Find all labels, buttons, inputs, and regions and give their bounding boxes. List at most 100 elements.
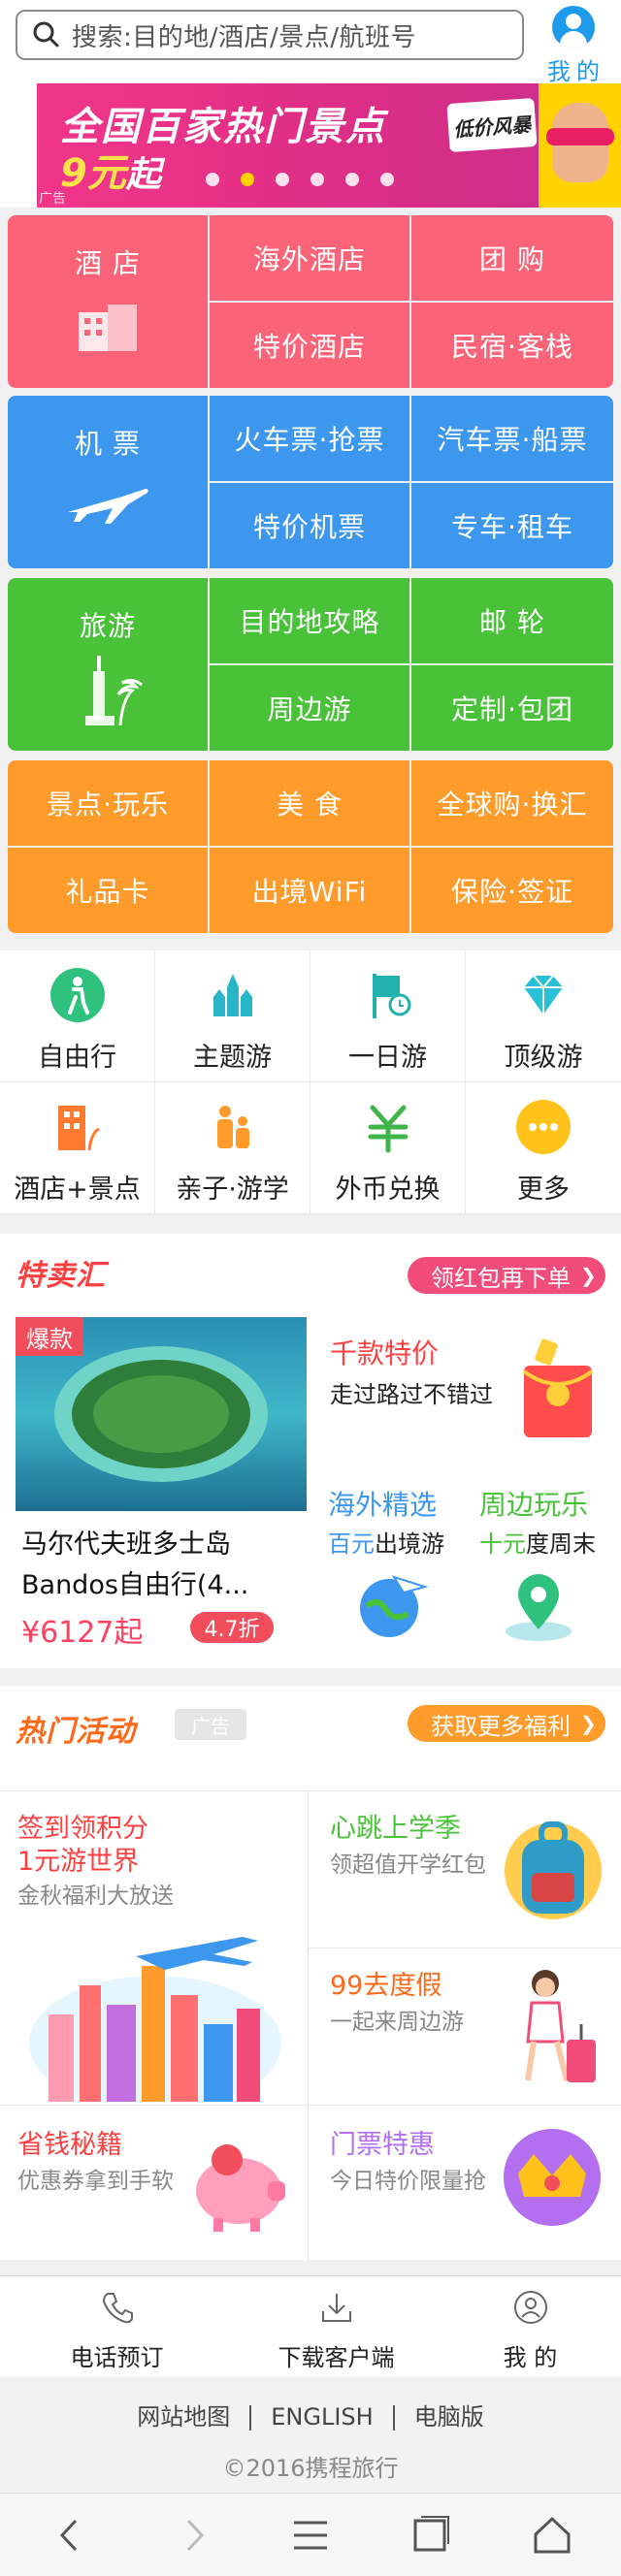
search-placeholder: 搜索:目的地/酒店/景点/航班号 [72,22,417,52]
category-train[interactable]: 火车票·抢票 [210,396,409,481]
icon-label: 亲子·游学 [176,1175,289,1205]
download-app-button[interactable]: 下载客户端 [233,2276,440,2377]
activity-sign-in-points[interactable]: 签到领积分 1元游世界 金秋福利大放送 [0,1790,309,2105]
desktop-version-link[interactable]: 电脑版 [414,2403,484,2431]
icon-free-travel[interactable]: 自由行 [0,950,155,1082]
home-icon[interactable] [528,2511,576,2560]
category-global-shopping[interactable]: 全球购·换汇 [411,760,613,846]
category-homestay[interactable]: 民宿·客栈 [411,303,613,388]
map-pin-icon [506,1574,572,1641]
icon-currency-exchange[interactable]: 外币兑换 [310,1082,466,1214]
category-attractions[interactable]: 景点·玩乐 [8,760,208,846]
category-group-buy[interactable]: 团 购 [411,215,613,301]
promo-title: 海外精选 [328,1489,438,1521]
english-link[interactable]: ENGLISH [271,2403,373,2431]
ad-tag: 广告 [175,1709,246,1740]
icon-label: 自由行 [38,1043,116,1073]
forward-arrow-icon[interactable] [169,2511,217,2560]
backpack-icon [505,1821,602,1919]
tabs-icon[interactable] [406,2511,454,2560]
category-travel[interactable]: 旅游 [8,578,208,751]
icon-luxury-travel[interactable]: 顶级游 [466,950,621,1082]
activity-saving-tips[interactable]: 省钱秘籍 优惠券拿到手软 [0,2105,309,2260]
get-coupon-button[interactable]: 领红包再下单 ❯ [408,1257,605,1294]
carousel-dot-active[interactable] [241,173,254,186]
footer-nav-label: 电话预订 [70,2344,164,2371]
more-icon [516,1100,571,1154]
promo-thousand-deals[interactable]: 千款特价 走过路过不错过 [316,1317,611,1463]
airplane-icon [68,489,148,524]
icon-theme-travel[interactable]: 主题游 [155,950,310,1082]
copyright: ©2016携程旅行 [222,2455,399,2482]
promo-overseas-picks[interactable]: 海外精选 百元出境游 [316,1470,462,1653]
promo-title: 千款特价 [330,1337,440,1369]
more-benefits-button[interactable]: 获取更多福利 ❯ [408,1705,605,1742]
crown-badge-icon [504,2129,601,2226]
product-price: ¥6127起 [21,1616,144,1650]
category-hotel-label: 酒 店 [75,247,141,279]
back-arrow-icon[interactable] [47,2511,95,2560]
category-bus-ship[interactable]: 汽车票·船票 [411,396,613,481]
activity-99-vacation[interactable]: 99去度假 一起来周边游 [309,1948,621,2105]
category-special-hotel[interactable]: 特价酒店 [210,303,409,388]
globe-plane-icon [360,1575,429,1637]
activity-school-season[interactable]: 心跳上学季 领超值开学红包 [309,1790,621,1948]
category-special-flight[interactable]: 特价机票 [210,483,409,568]
icon-more[interactable]: 更多 [466,1082,621,1214]
icon-day-trip[interactable]: 一日游 [310,950,466,1082]
category-food[interactable]: 美 食 [210,760,409,846]
currency-icon [361,1100,415,1154]
category-nearby-travel[interactable]: 周边游 [210,665,409,751]
carousel-dot[interactable] [310,173,324,186]
activity-title: 心跳上学季 [330,1814,461,1844]
promo-title: 周边玩乐 [479,1489,589,1521]
carousel-dot[interactable] [345,173,359,186]
icon-label: 酒店+景点 [14,1175,141,1205]
carousel-dot[interactable] [380,173,394,186]
my-profile-button[interactable]: 我 的 [427,2276,621,2377]
promo-banner[interactable]: 全国百家热门景点 9元起 低价风暴 广告 [0,83,621,208]
category-cruise[interactable]: 邮 轮 [411,578,613,663]
category-flight[interactable]: 机 票 [8,396,208,568]
sitemap-link[interactable]: 网站地图 [137,2403,230,2431]
search-bar[interactable]: 搜索:目的地/酒店/景点/航班号 [16,10,524,60]
ad-label: 广告 [39,191,66,207]
quick-icon-grid: 自由行 主题游 一日游 顶级游 酒店+景点 亲子·游学 外币兑换 更多 [0,950,621,1214]
category-hotel[interactable]: 酒 店 [8,215,208,388]
category-wifi[interactable]: 出境WiFi [210,848,409,933]
phone-booking-button[interactable]: 电话预订 [14,2276,220,2377]
icon-label: 外币兑换 [335,1175,441,1205]
category-gift-card[interactable]: 礼品卡 [8,848,208,933]
activity-title: 99去度假 [330,1971,442,2001]
icon-hotel-attraction[interactable]: 酒店+景点 [0,1082,155,1214]
special-sale-title: 特卖汇 [16,1259,106,1293]
icon-label: 主题游 [193,1043,272,1073]
hotel-building-icon [79,305,137,351]
icon-family-study[interactable]: 亲子·游学 [155,1082,310,1214]
category-car-rental[interactable]: 专车·租车 [411,483,613,568]
promo-nearby-fun[interactable]: 周边玩乐 十元度周末 [468,1470,611,1653]
menu-icon[interactable] [286,2511,335,2560]
product-title-line2: Bandos自由行(4... [21,1570,249,1600]
flag-clock-icon [361,968,415,1022]
category-insurance-visa[interactable]: 保险·签证 [411,848,613,933]
piggy-bank-icon [196,2144,285,2232]
product-title-line1: 马尔代夫班多士岛 [21,1530,231,1560]
activity-ticket-deals[interactable]: 门票特惠 今日特价限量抢 [309,2105,621,2260]
product-card[interactable]: 爆款 马尔代夫班多士岛 Bandos自由行(4... ¥6127起 4.7折 [16,1317,307,1653]
carousel-dot[interactable] [276,173,289,186]
browser-nav-bar [0,2493,621,2576]
icon-label: 更多 [517,1175,570,1205]
my-account-button[interactable]: 我的 [539,4,607,85]
category-custom-tour[interactable]: 定制·包团 [411,665,613,751]
promo-subtitle: 十元度周末 [479,1530,596,1558]
banner-badge: 低价风暴 [446,97,538,153]
carousel-dot[interactable] [206,173,219,186]
activity-title: 省钱秘籍 [17,2130,122,2160]
category-destination-guide[interactable]: 目的地攻略 [210,578,409,663]
hot-activities-title: 热门活动 [16,1715,136,1749]
footer-links: 网站地图 ENGLISH 电脑版 [0,2398,621,2431]
castle-icon [206,968,260,1022]
category-overseas-hotel[interactable]: 海外酒店 [210,215,409,301]
phone-icon [102,2293,133,2324]
